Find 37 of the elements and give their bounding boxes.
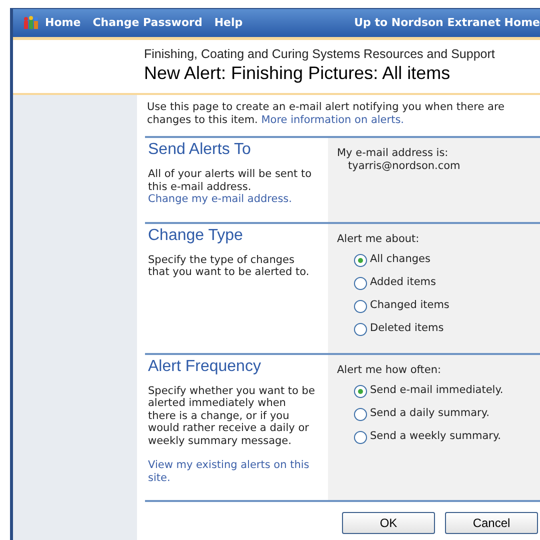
radio-label: Send a weekly summary. [370,429,501,444]
nav-link[interactable]: Help [214,14,243,32]
change-email-link[interactable]: Change my e-mail address. [148,193,292,205]
radio-label: Changed items [370,298,450,314]
section-title: Alert Frequency [148,356,262,376]
section-title: Change Type [148,226,244,246]
field-prompt: Alert me about: [337,232,420,246]
section-description: All of your alerts will be sent to this e-mail address. Change my e-mail address. [148,168,313,206]
intro-text: Use this page to create an e-mail alert notifying you when there are changes to this item. More information on alerts. [146,101,506,128]
radio-label: Added items [370,275,436,290]
section-title: Send Alerts To [148,140,252,160]
section-description: Specify the type of changes that you want to be alerted to. [148,254,310,278]
radio-label: Deleted items [370,321,444,336]
radio-button[interactable] [354,276,367,290]
dialog-button[interactable]: OK [342,512,435,534]
radio-button[interactable] [354,254,367,266]
radio-button[interactable] [354,322,367,336]
radio-label: All changes [370,252,430,268]
dialog-button[interactable]: Cancel [445,512,538,534]
email-address: tyarris@nordson.com [347,160,462,173]
radio-button[interactable] [354,430,367,444]
section-description: Specify whether you want to be alerted immediately when there is a change, or if you would rather receive a daily or weekly summary message. [148,384,316,447]
field-prompt: My e-mail address is: [337,147,450,160]
radio-button[interactable] [354,408,367,420]
site-title: Finishing, Coating and Curing Systems Resources and Support [144,46,496,62]
nav-link[interactable]: Change Password [92,14,202,32]
field-prompt: Alert me how often: [337,364,442,376]
nav-link[interactable]: Home [45,14,81,32]
radio-button[interactable] [354,300,367,312]
radio-label: Send a daily summary. [370,406,490,422]
radio-label: Send e-mail immediately. [370,383,504,398]
more-info-link[interactable]: More information on alerts. [261,114,404,126]
radio-button[interactable] [354,384,367,398]
page-title: New Alert: Finishing Pictures: All items [144,62,452,84]
people-logo-icon [23,15,39,31]
view-alerts-link[interactable]: View my existing alerts on this site. [148,459,316,484]
nav-link[interactable]: Up to Nordson Extranet Home [354,14,540,32]
